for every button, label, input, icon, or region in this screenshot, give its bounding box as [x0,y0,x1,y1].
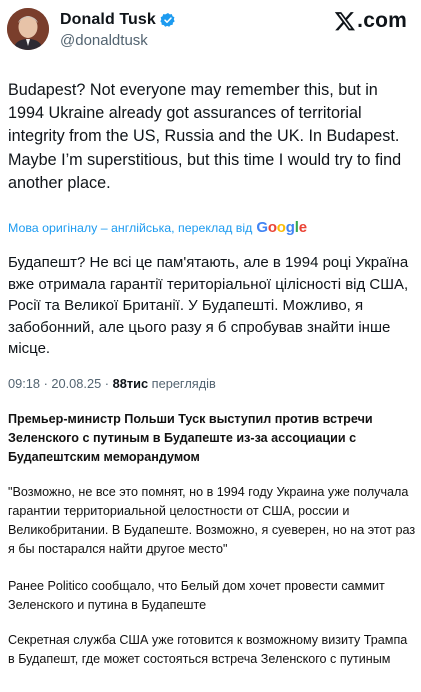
avatar[interactable] [7,8,49,50]
news-paragraph: Ранее Politico сообщало, что Белый дом х… [8,579,385,612]
news-quote: "Возможно, не все это помнят, но в 1994 … [8,485,416,556]
x-logo[interactable]: .com [334,9,407,33]
google-logo: Google [256,219,307,236]
views-label: переглядів [148,376,216,391]
author-handle[interactable]: @donaldtusk [60,32,148,49]
translation-note[interactable]: Мова оригіналу – англійська, переклад ві… [8,219,307,236]
tweet-meta: 09:18 · 20.08.25 · 88тис переглядів [8,376,216,391]
views-count: 88тис [112,376,149,391]
author-name[interactable]: Donald Tusk [60,11,156,29]
x-logo-text: .com [357,9,407,32]
news-headline: Премьер-министр Польши Туск выступил про… [8,412,373,464]
tweet-text-original: Budapest? Not everyone may remember this… [8,81,402,192]
x-brand-icon [334,12,356,31]
translation-note-text: Мова оригіналу – англійська, переклад ві… [8,220,253,235]
avatar-photo-icon [7,8,49,50]
tweet-text-translated: Будапешт? Не всі це пам'ятають, але в 19… [8,254,409,357]
author-name-row: Donald Tusk [60,11,176,29]
tweet-timestamp[interactable]: 09:18 · 20.08.25 · [8,376,113,391]
news-paragraph: Секретная служба США уже готовится к воз… [8,633,408,666]
tweet-header: Donald Tusk @donaldtusk .com [0,0,421,70]
verified-badge-icon [160,13,175,27]
